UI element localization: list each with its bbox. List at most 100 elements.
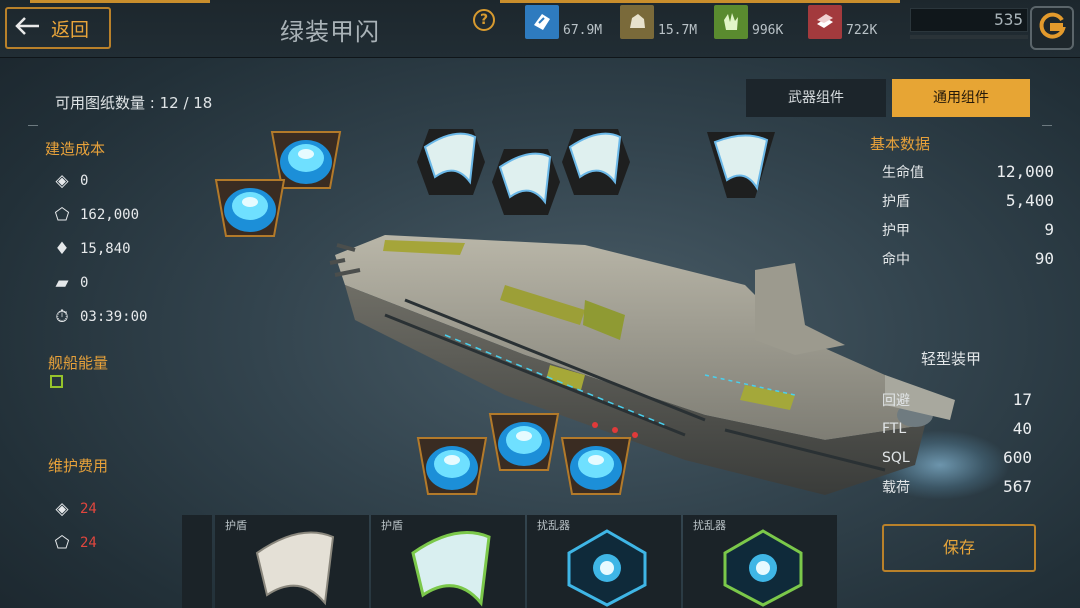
base-stats-list: 生命值 12,000 护盾 5,400 护甲 9 命中 90 — [882, 157, 1054, 273]
resource-crystal-value: 996K — [752, 23, 784, 38]
armor-plate-slot[interactable] — [705, 130, 777, 200]
cost-time: ⏱ 03:39:00 — [48, 302, 147, 332]
stat-armor: 护甲 9 — [882, 215, 1054, 244]
armor-type-title: 轻型装甲 — [921, 350, 982, 368]
tab-general-components[interactable]: 通用组件 — [892, 79, 1030, 117]
page-title: 绿装甲闪 — [280, 18, 380, 46]
stat-accuracy: 命中 90 — [882, 244, 1054, 273]
cost-rock-value: 162,000 — [80, 207, 140, 223]
inventory-item[interactable]: 扰乱器 — [683, 515, 837, 608]
stat-label: 护甲 — [882, 222, 910, 239]
build-cost-list: ◈ 0 ⬠ 162,000 ♦ 15,840 ▰ 0 ⏱ 03:39:00 — [48, 166, 147, 332]
cost-crystal-value: 15,840 — [80, 241, 131, 257]
cost-time-value: 03:39:00 — [80, 309, 148, 325]
build-cost-title: 建造成本 — [45, 140, 106, 158]
shield-module-slot[interactable] — [488, 412, 560, 474]
stat-value: 5,400 — [1005, 191, 1054, 210]
resource-ore: 67.9M — [525, 3, 602, 39]
back-button[interactable]: 返回 — [5, 7, 111, 49]
resource-rock-value: 15.7M — [658, 23, 698, 38]
stat-value: 12,000 — [996, 162, 1054, 181]
help-button[interactable]: ? — [473, 9, 495, 31]
armor-plate-slot[interactable] — [560, 127, 632, 197]
stat-payload: 载荷 567 — [882, 472, 1032, 501]
ore-chip-icon: ◈ — [55, 171, 69, 191]
tab-weapon-components[interactable]: 武器组件 — [746, 79, 886, 117]
shield-module-slot[interactable] — [214, 178, 286, 240]
shield-module-slot[interactable] — [560, 436, 632, 498]
jammer-icon — [567, 529, 647, 607]
stat-value: 600 — [1003, 448, 1032, 467]
credits-progress-bar — [910, 35, 1028, 39]
crystal-icon: ♦ — [54, 239, 70, 259]
armor-plate-icon — [255, 531, 335, 606]
stat-label: 护盾 — [882, 193, 910, 210]
header-divider — [30, 0, 210, 3]
green-jammer-icon — [723, 529, 803, 607]
inventory-item[interactable]: 护盾 — [215, 515, 369, 608]
rock-icon: ⬠ — [54, 533, 70, 553]
ship-energy-indicator — [50, 375, 63, 388]
cost-ore-value: 0 — [80, 173, 89, 189]
alloy-icon: ▰ — [55, 273, 69, 293]
stat-value: 9 — [1044, 220, 1054, 239]
armor-plate-slot[interactable] — [415, 127, 487, 197]
green-armor-plate-icon — [411, 531, 491, 607]
ship-energy-title: 舰船能量 — [48, 354, 109, 372]
resource-alloy-value: 722K — [846, 23, 878, 38]
alloy-icon — [808, 5, 842, 39]
resource-ore-value: 67.9M — [563, 23, 603, 38]
maint-ore: ◈ 24 — [48, 494, 96, 524]
stat-label: SQL — [882, 449, 910, 466]
credits-value: 535 — [910, 8, 1028, 32]
stat-value: 17 — [1012, 390, 1032, 409]
armor-plate-slot[interactable] — [490, 147, 562, 217]
stat-label: FTL — [882, 420, 907, 437]
cost-crystal: ♦ 15,840 — [48, 234, 147, 264]
inventory-item[interactable]: 扰乱器 — [527, 515, 681, 608]
stat-value: 90 — [1034, 249, 1054, 268]
stat-label: 命中 — [882, 251, 910, 268]
cost-alloy-value: 0 — [80, 275, 89, 291]
inventory-item-label: 护盾 — [381, 519, 403, 532]
maintenance-list: ◈ 24 ⬠ 24 — [48, 494, 97, 558]
base-stats-title: 基本数据 — [870, 135, 931, 153]
rock-icon — [620, 5, 654, 39]
stat-label: 生命值 — [882, 164, 924, 181]
stat-evasion: 回避 17 — [882, 385, 1032, 414]
g-logo-icon — [1036, 10, 1068, 46]
divider-left — [28, 125, 38, 126]
blueprint-count: 可用图纸数量 : 12 / 18 — [55, 94, 213, 112]
stat-value: 567 — [1003, 477, 1032, 496]
cost-ore: ◈ 0 — [48, 166, 147, 196]
stat-hp: 生命值 12,000 — [882, 157, 1054, 186]
armor-stats-list: 回避 17 FTL 40 SQL 600 载荷 567 — [882, 385, 1032, 501]
resource-crystal: 996K — [714, 3, 783, 39]
save-button[interactable]: 保存 — [882, 524, 1036, 572]
inventory-item-label: 护盾 — [225, 519, 247, 532]
resource-alloy: 722K — [808, 3, 877, 39]
stat-label: 载荷 — [882, 479, 910, 496]
shield-module-slot[interactable] — [416, 436, 488, 498]
back-label: 返回 — [51, 18, 90, 41]
stat-shield: 护盾 5,400 — [882, 186, 1054, 215]
store-button[interactable] — [1030, 6, 1074, 50]
stat-label: 回避 — [882, 392, 910, 409]
inventory-item[interactable]: 护盾 — [371, 515, 525, 608]
ore-chip-icon: ◈ — [55, 499, 69, 519]
arrow-left-icon — [15, 16, 41, 40]
resource-rock: 15.7M — [620, 3, 697, 39]
maint-rock-value: 24 — [80, 535, 97, 551]
maint-rock: ⬠ 24 — [48, 528, 97, 558]
stat-ftl: FTL 40 — [882, 414, 1032, 443]
stat-value: 40 — [1012, 419, 1032, 438]
cost-rock: ⬠ 162,000 — [48, 200, 147, 230]
rock-icon: ⬠ — [54, 205, 70, 225]
divider-right — [1042, 125, 1052, 126]
inventory-edge — [182, 515, 212, 608]
cost-alloy: ▰ 0 — [48, 268, 147, 298]
stat-sql: SQL 600 — [882, 443, 1032, 472]
ore-chip-icon — [525, 5, 559, 39]
clock-icon: ⏱ — [55, 307, 69, 327]
crystal-icon — [714, 5, 748, 39]
